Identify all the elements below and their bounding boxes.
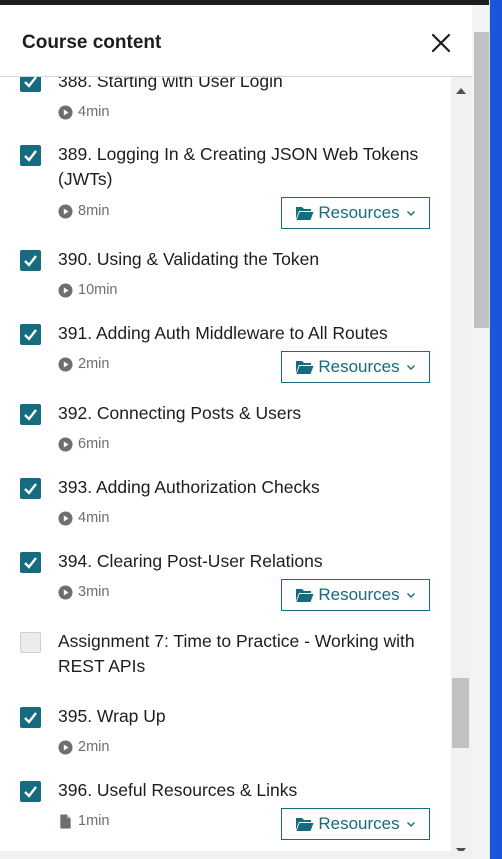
lecture-title[interactable]: 395. Wrap Up — [58, 704, 428, 729]
lecture-duration: 2min — [78, 739, 110, 755]
resources-button[interactable]: Resources — [281, 579, 430, 611]
folder-open-icon — [295, 359, 314, 375]
assignment-title[interactable]: Assignment 7: Time to Practice - Working… — [58, 629, 428, 679]
checkmark-icon — [24, 150, 37, 162]
lecture-duration: 10min — [78, 282, 118, 298]
play-circle-icon — [58, 436, 73, 452]
lecture-duration: 6min — [78, 436, 110, 452]
background-panel — [490, 0, 502, 859]
lecture-title[interactable]: 390. Using & Validating the Token — [58, 247, 428, 272]
completed-checkbox[interactable] — [20, 324, 41, 345]
lecture-meta: 2min — [58, 356, 109, 372]
page-scrollbar-thumb[interactable] — [474, 32, 489, 328]
chevron-down-icon — [406, 208, 416, 218]
play-circle-icon — [58, 203, 73, 219]
completed-checkbox[interactable] — [20, 781, 41, 802]
lecture-title[interactable]: 391. Adding Auth Middleware to All Route… — [58, 321, 428, 346]
close-button[interactable] — [429, 31, 453, 55]
play-circle-icon — [58, 282, 73, 298]
completed-checkbox[interactable] — [20, 707, 41, 728]
resources-button[interactable]: Resources — [281, 808, 430, 840]
lecture-duration: 2min — [78, 356, 110, 372]
checkmark-icon — [24, 483, 37, 495]
lecture-title[interactable]: 389. Logging In & Creating JSON Web Toke… — [58, 142, 428, 192]
lecture-meta: 1min — [58, 813, 109, 829]
incomplete-checkbox[interactable] — [20, 632, 41, 653]
checkmark-icon — [24, 712, 37, 724]
checkmark-icon — [24, 409, 37, 421]
checkmark-icon — [24, 329, 37, 341]
lecture-meta: 8min — [58, 203, 109, 219]
lecture-meta: 6min — [58, 436, 109, 452]
lecture-duration: 8min — [78, 203, 110, 219]
lecture-title[interactable]: 388. Starting with User Login — [58, 77, 428, 94]
resources-button[interactable]: Resources — [281, 197, 430, 229]
folder-open-icon — [295, 816, 314, 832]
checkmark-icon — [24, 557, 37, 569]
checkmark-icon — [24, 786, 37, 798]
scroll-up-arrow-icon[interactable] — [456, 88, 466, 94]
lecture-duration: 3min — [78, 584, 110, 600]
resources-button[interactable]: Resources — [281, 351, 430, 383]
chevron-down-icon — [406, 362, 416, 372]
course-content-header: Course content — [0, 5, 472, 77]
lecture-duration: 4min — [78, 104, 110, 120]
completed-checkbox[interactable] — [20, 250, 41, 271]
list-scrollbar-thumb[interactable] — [452, 678, 469, 748]
close-icon[interactable] — [429, 31, 453, 55]
checkmark-icon — [24, 77, 37, 88]
chevron-down-icon — [406, 590, 416, 600]
completed-checkbox[interactable] — [20, 404, 41, 425]
resources-label: Resources — [318, 814, 400, 833]
lecture-meta: 2min — [58, 739, 109, 755]
chevron-down-icon — [406, 819, 416, 829]
checkmark-icon — [24, 255, 37, 267]
page-scrollbar[interactable] — [472, 0, 502, 859]
panel-title: Course content — [22, 32, 162, 53]
completed-checkbox[interactable] — [20, 145, 41, 166]
curriculum-list: 388. Starting with User Login 4min 389. … — [0, 77, 451, 851]
folder-open-icon — [295, 587, 314, 603]
lecture-meta: 3min — [58, 584, 109, 600]
lecture-title[interactable]: 396. Useful Resources & Links — [58, 778, 428, 803]
resources-label: Resources — [318, 585, 400, 604]
list-scrollbar[interactable] — [451, 77, 472, 854]
folder-open-icon — [295, 205, 314, 221]
lecture-meta: 10min — [58, 282, 118, 298]
completed-checkbox[interactable] — [20, 77, 41, 92]
lecture-duration: 1min — [78, 813, 110, 829]
play-circle-icon — [58, 739, 73, 755]
lecture-duration: 4min — [78, 510, 110, 526]
lecture-title[interactable]: 392. Connecting Posts & Users — [58, 401, 428, 426]
play-circle-icon — [58, 104, 73, 120]
resources-label: Resources — [318, 203, 400, 222]
play-circle-icon — [58, 584, 73, 600]
lecture-meta: 4min — [58, 104, 109, 120]
completed-checkbox[interactable] — [20, 552, 41, 573]
lecture-title[interactable]: 393. Adding Authorization Checks — [58, 475, 428, 500]
file-icon — [58, 813, 73, 829]
completed-checkbox[interactable] — [20, 478, 41, 499]
play-circle-icon — [58, 510, 73, 526]
panel-bottom-edge — [0, 851, 472, 859]
lecture-title[interactable]: 394. Clearing Post-User Relations — [58, 549, 428, 574]
resources-label: Resources — [318, 357, 400, 376]
lecture-meta: 4min — [58, 510, 109, 526]
play-circle-icon — [58, 356, 73, 372]
